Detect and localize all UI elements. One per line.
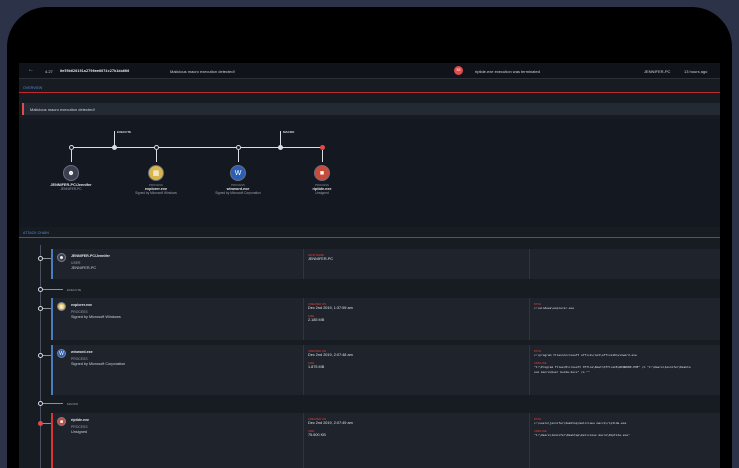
graph-stem xyxy=(156,150,157,162)
chain-card-user[interactable]: ☻ JENNIFER-PC\Jennifer USER JENNIFER-PC … xyxy=(51,249,720,279)
card-sub: Signed by Microsoft Windows xyxy=(71,315,121,319)
chain-connector xyxy=(43,308,51,309)
card-details: HOSTNAME JENNIFER-PC xyxy=(303,249,337,279)
field-value: JENNIFER-PC xyxy=(308,257,334,261)
graph-edge-label: MACRO xyxy=(283,130,295,134)
alert-title: Malicious macro execution detected! xyxy=(170,69,235,74)
card-name: explorer.exe xyxy=(71,303,92,307)
node-sub: JENNIFER-PC xyxy=(60,187,82,191)
card-paths: PATH c:\users\jennifer\desktop\malicious… xyxy=(529,413,720,468)
back-arrow-icon[interactable]: ← xyxy=(28,67,34,73)
card-details: CREATED ON Dec 2nd 2019, 2:07:48 am SIZE… xyxy=(303,345,357,395)
notification-text: riptide.exe execution was terminated xyxy=(475,69,540,74)
card-type: PROCESS xyxy=(71,310,88,314)
node-sub: Unsigned xyxy=(315,191,329,195)
field-path: c:\users\jennifer\desktop\malicious macr… xyxy=(534,421,627,425)
card-name: winword.exe xyxy=(71,350,93,354)
screen: ← 4.27 6e59b620191a2796ee6874c27b1da600 … xyxy=(19,63,720,468)
folder-icon: ▦ xyxy=(148,165,164,181)
field-value: 2.185 MB xyxy=(308,318,325,322)
chain-card-explorer[interactable]: ▦ explorer.exe PROCESS Signed by Microso… xyxy=(51,298,720,340)
chain-connector xyxy=(43,258,51,259)
graph-node-winword[interactable]: W PROCESS winword.exe Signed by Microsof… xyxy=(198,165,278,195)
chain-connector xyxy=(43,423,51,424)
severity-score: 4.27 xyxy=(45,69,53,74)
graph-stem xyxy=(322,150,323,162)
field-value: 75.600 KB xyxy=(308,433,326,437)
user-icon: ☻ xyxy=(63,165,79,181)
graph-tick xyxy=(280,131,281,146)
riptide-icon: ■ xyxy=(57,417,66,426)
card-type: PROCESS xyxy=(71,425,88,429)
overview-header: OVERVIEW xyxy=(19,84,720,93)
process-graph: EXECUTE MACRO ☻ JENNIFER-PC\Jennifer JEN… xyxy=(19,119,720,227)
card-type: PROCESS xyxy=(71,357,88,361)
chain-edge-label: EXECUTE xyxy=(67,288,82,292)
field-value: Dec 2nd 2019, 1:37:59 am xyxy=(308,306,353,310)
graph-stem xyxy=(71,150,72,162)
attack-chain-header: ATTACK CHAIN xyxy=(19,229,720,238)
graph-stem xyxy=(238,150,239,162)
card-type: USER xyxy=(71,261,81,265)
word-icon: W xyxy=(230,165,246,181)
field-cmdline: "C:\Users\Jennifer\Desktop\malicious mac… xyxy=(534,433,630,437)
graph-tick xyxy=(114,131,115,146)
node-sub: Signed by Microsoft Windows xyxy=(135,191,177,195)
graph-node-riptide[interactable]: ■ PROCESS riptide.exe Unsigned xyxy=(282,165,362,195)
chain-connector xyxy=(43,355,51,356)
field-value: Dec 2nd 2019, 2:07:49 am xyxy=(308,421,353,425)
chain-edge-label: MACRO xyxy=(67,402,79,406)
chain-card-winword[interactable]: W winword.exe PROCESS Signed by Microsof… xyxy=(51,345,720,395)
card-paths: PATH c:\program files\microsoft office\r… xyxy=(529,345,720,395)
graph-edge-label: EXECUTE xyxy=(117,130,132,134)
card-paths xyxy=(529,249,720,279)
card-paths: PATH c:\windows\explorer.exe xyxy=(529,298,720,340)
chain-connector xyxy=(43,289,63,290)
device-frame: ← 4.27 6e59b620191a2796ee6874c27b1da600 … xyxy=(7,7,732,468)
field-cmdline-cont: oux macro\User Guide.docx" /o "" xyxy=(534,370,590,374)
user-icon: ☻ xyxy=(57,253,66,262)
alert-header-bar: ← 4.27 6e59b620191a2796ee6874c27b1da600 … xyxy=(19,63,720,79)
hostname: JENNIFER-PC xyxy=(644,69,671,74)
card-name: riptide.exe xyxy=(71,418,89,422)
graph-node-explorer[interactable]: ▦ PROCESS explorer.exe Signed by Microso… xyxy=(116,165,196,195)
chain-card-riptide[interactable]: ■ riptide.exe PROCESS Unsigned CREATED O… xyxy=(51,413,720,468)
card-sub: Unsigned xyxy=(71,430,88,434)
card-details: CREATED ON Dec 2nd 2019, 2:07:49 am SIZE… xyxy=(303,413,357,468)
chain-connector xyxy=(43,403,63,404)
graph-node-user[interactable]: ☻ JENNIFER-PC\Jennifer JENNIFER-PC xyxy=(31,165,111,191)
card-sub: JENNIFER-PC xyxy=(71,266,97,270)
notification-badge[interactable]: 55 xyxy=(454,66,463,75)
alert-hash: 6e59b620191a2796ee6874c27b1da600 xyxy=(60,69,130,73)
field-cmdline: "C:\Program Files\Microsoft Office\Root\… xyxy=(534,365,691,369)
field-value: 1.875 MB xyxy=(308,365,325,369)
card-details: CREATED ON Dec 2nd 2019, 1:37:59 am SIZE… xyxy=(303,298,357,340)
field-path: c:\windows\explorer.exe xyxy=(534,306,575,310)
field-path: c:\program files\microsoft office\root\o… xyxy=(534,353,637,357)
overview-alert: Malicious macro execution detected! xyxy=(22,103,720,115)
graph-timeline xyxy=(71,147,321,148)
card-name: JENNIFER-PC\Jennifer xyxy=(71,254,110,258)
node-sub: Signed by Microsoft Corporation xyxy=(215,191,261,195)
time-ago: 13 hours ago xyxy=(684,69,708,74)
folder-icon: ▦ xyxy=(57,302,66,311)
riptide-icon: ■ xyxy=(314,165,330,181)
field-value: Dec 2nd 2019, 2:07:48 am xyxy=(308,353,353,357)
word-icon: W xyxy=(57,349,66,358)
card-sub: Signed by Microsoft Corporation xyxy=(71,362,126,366)
